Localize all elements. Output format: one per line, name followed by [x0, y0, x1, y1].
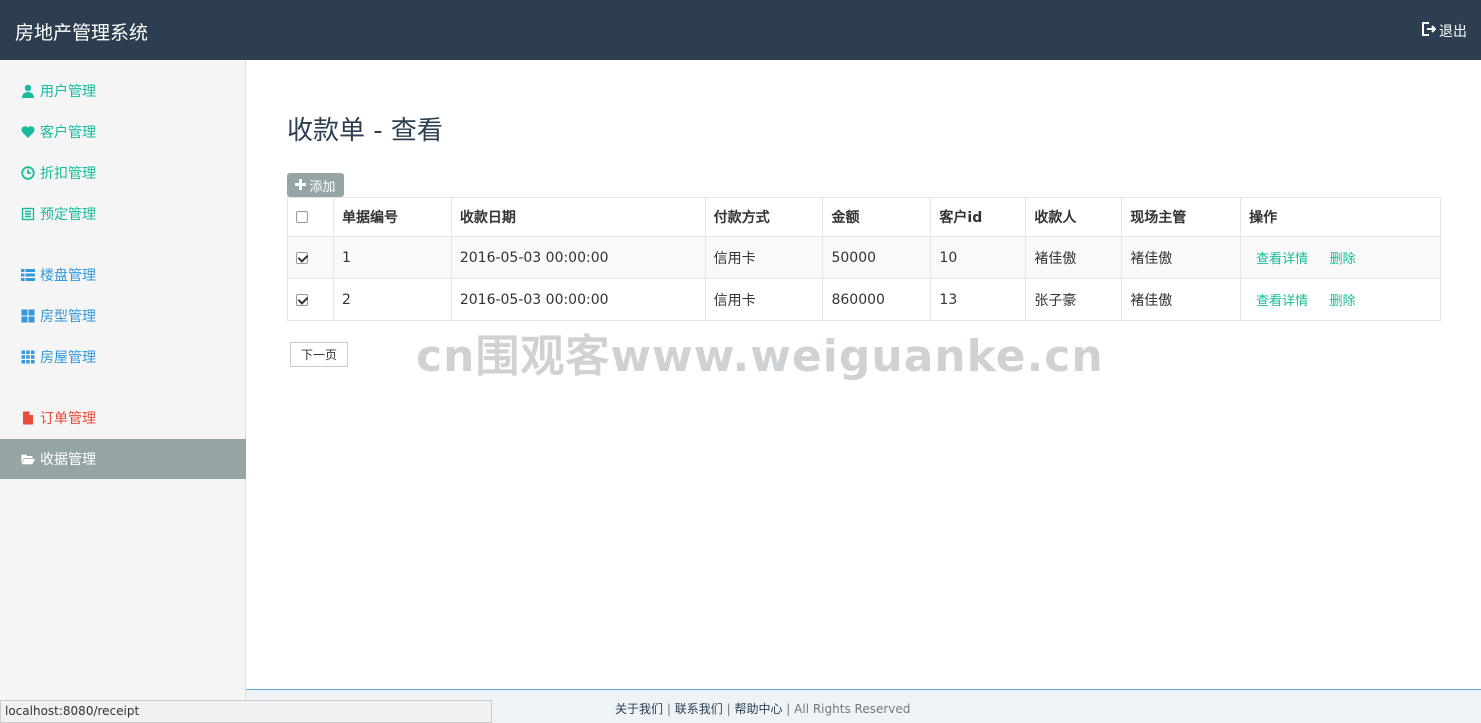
receipts-table: 单据编号 收款日期 付款方式 金额 客户id 收款人 现场主管 操作 1 201… — [287, 197, 1441, 321]
cell-method: 信用卡 — [704, 236, 824, 279]
column-header: 金额 — [822, 197, 932, 237]
th-icon — [20, 350, 35, 365]
sidebar-item-label: 折扣管理 — [40, 166, 96, 182]
sidebar-item-customers[interactable]: 客户管理 — [0, 112, 246, 152]
row-checkbox[interactable] — [296, 293, 308, 306]
cell-payee: 张子豪 — [1025, 278, 1123, 321]
sidebar-item-label: 订单管理 — [40, 411, 96, 427]
watermark: cn围观客www.weiguanke.cn — [416, 331, 1104, 382]
select-all-checkbox[interactable] — [296, 211, 308, 223]
cell-date: 2016-05-03 00:00:00 — [450, 278, 706, 321]
cell-customer-id: 10 — [930, 236, 1027, 279]
sidebar-item-label: 楼盘管理 — [40, 268, 96, 284]
cell-id: 1 — [332, 236, 452, 279]
row-select-cell — [287, 278, 334, 321]
footer-help-link[interactable]: 帮助中心 — [734, 702, 782, 716]
cell-supervisor: 褚佳傲 — [1121, 236, 1242, 279]
heart-icon — [20, 125, 35, 140]
top-navbar: 房地产管理系统 退出 — [0, 0, 1481, 60]
th-list-icon — [20, 268, 35, 283]
sidebar-item-receipts[interactable]: 收据管理 — [0, 439, 246, 479]
footer-separator: | — [726, 702, 731, 716]
sidebar-item-users[interactable]: 用户管理 — [0, 71, 246, 111]
sidebar-item-label: 客户管理 — [40, 125, 96, 141]
row-select-cell — [287, 236, 334, 279]
logout-button[interactable]: 退出 — [1420, 21, 1467, 41]
user-icon — [20, 84, 35, 99]
cell-customer-id: 13 — [930, 278, 1027, 321]
sidebar-item-houses[interactable]: 房屋管理 — [0, 337, 246, 377]
table-header-row: 单据编号 收款日期 付款方式 金额 客户id 收款人 现场主管 操作 — [287, 197, 1441, 237]
delete-link[interactable]: 删除 — [1330, 294, 1356, 309]
sidebar: 用户管理 客户管理 折扣管理 预定管理 楼盘管理 房型管理 房屋管理 订单管理 … — [0, 60, 246, 723]
column-header: 操作 — [1240, 197, 1441, 237]
logout-icon — [1420, 21, 1437, 41]
view-details-link[interactable]: 查看详情 — [1256, 252, 1308, 267]
list-alt-icon — [20, 207, 35, 222]
next-page-button[interactable]: 下一页 — [290, 342, 348, 367]
column-header: 收款人 — [1025, 197, 1123, 237]
sidebar-item-label: 预定管理 — [40, 207, 96, 223]
column-header: 单据编号 — [332, 197, 452, 237]
folder-open-icon — [20, 452, 35, 467]
add-button-label: 添加 — [309, 178, 336, 194]
footer-links: 关于我们 | 联系我们 | 帮助中心 | All Rights Reserved — [615, 700, 910, 717]
select-all-cell — [287, 197, 334, 237]
sidebar-item-discounts[interactable]: 折扣管理 — [0, 153, 246, 193]
cell-amount: 860000 — [822, 278, 932, 321]
sidebar-item-buildings[interactable]: 楼盘管理 — [0, 255, 246, 295]
column-header: 付款方式 — [704, 197, 824, 237]
clock-icon — [20, 166, 35, 181]
sidebar-item-reservations[interactable]: 预定管理 — [0, 194, 246, 234]
table-row: 2 2016-05-03 00:00:00 信用卡 860000 13 张子豪 … — [287, 278, 1441, 321]
table-row: 1 2016-05-03 00:00:00 信用卡 50000 10 褚佳傲 褚… — [287, 236, 1441, 279]
cell-id: 2 — [332, 278, 452, 321]
sidebar-item-label: 用户管理 — [40, 84, 96, 100]
sidebar-item-label: 房屋管理 — [40, 350, 96, 366]
cell-actions: 查看详情 删除 — [1240, 278, 1441, 321]
brand-title[interactable]: 房地产管理系统 — [15, 18, 148, 45]
sidebar-item-room-types[interactable]: 房型管理 — [0, 296, 246, 336]
cell-amount: 50000 — [822, 236, 932, 279]
footer-about-link[interactable]: 关于我们 — [615, 702, 663, 716]
file-icon — [20, 411, 35, 426]
footer-separator: | — [666, 702, 671, 716]
view-details-link[interactable]: 查看详情 — [1256, 294, 1308, 309]
cell-supervisor: 褚佳傲 — [1121, 278, 1242, 321]
th-large-icon — [20, 309, 35, 324]
cell-payee: 褚佳傲 — [1025, 236, 1123, 279]
sidebar-item-label: 房型管理 — [40, 309, 96, 325]
column-header: 客户id — [930, 197, 1027, 237]
sidebar-item-orders[interactable]: 订单管理 — [0, 398, 246, 438]
footer-contact-link[interactable]: 联系我们 — [675, 702, 723, 716]
cell-date: 2016-05-03 00:00:00 — [450, 236, 706, 279]
add-button[interactable]: 添加 — [287, 173, 344, 197]
footer-rights: All Rights Reserved — [794, 702, 911, 716]
column-header: 现场主管 — [1121, 197, 1242, 237]
cell-actions: 查看详情 删除 — [1240, 236, 1441, 279]
sidebar-item-label: 收据管理 — [40, 452, 96, 468]
delete-link[interactable]: 删除 — [1330, 252, 1356, 267]
page-title: 收款单 - 查看 — [287, 116, 443, 146]
column-header: 收款日期 — [450, 197, 706, 237]
footer-separator: | — [786, 702, 791, 716]
status-bar-url: localhost:8080/receipt — [0, 700, 492, 723]
plus-icon — [295, 178, 307, 193]
cell-method: 信用卡 — [704, 278, 824, 321]
logout-label: 退出 — [1439, 24, 1467, 40]
row-checkbox[interactable] — [296, 251, 308, 264]
